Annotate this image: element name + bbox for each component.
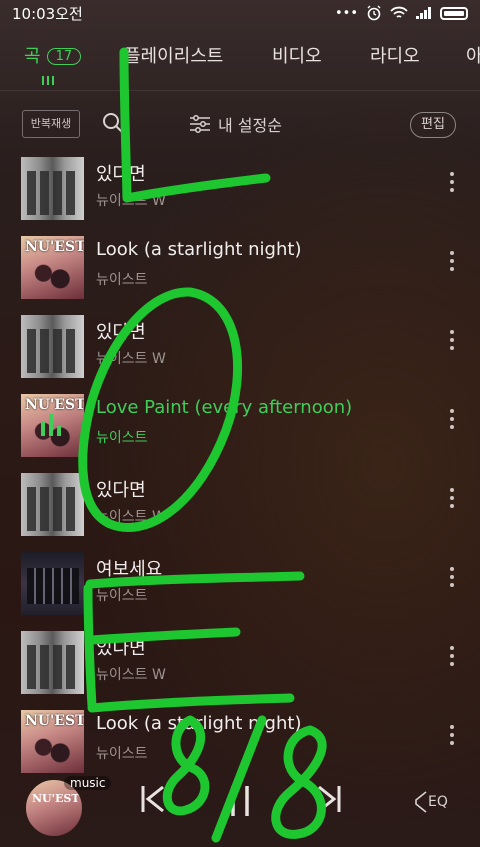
song-row[interactable]: 있다면 뉴이스트 W xyxy=(0,464,480,543)
song-count-badge: 17 xyxy=(46,48,82,65)
song-artist: 뉴이스트 xyxy=(96,588,148,604)
song-row[interactable]: 여보세요 뉴이스트 xyxy=(0,543,480,622)
more-options-icon[interactable] xyxy=(449,725,455,745)
sort-button[interactable]: 내 설정순 xyxy=(190,112,282,136)
song-list: 있다면 뉴이스트 W Look (a starlight night) 뉴이스트… xyxy=(0,148,480,780)
status-icons: ••• xyxy=(335,5,468,21)
previous-icon[interactable] xyxy=(140,784,166,814)
pause-icon[interactable] xyxy=(228,784,252,818)
status-bar: 10:03오전 ••• xyxy=(0,0,480,26)
more-options-icon[interactable] xyxy=(449,409,455,429)
search-icon[interactable] xyxy=(102,112,124,134)
song-title: 있다면 xyxy=(96,322,146,343)
eq-button[interactable]: EQ xyxy=(414,790,448,814)
album-art xyxy=(21,473,84,536)
status-time: 10:03오전 xyxy=(12,4,83,23)
album-art xyxy=(21,631,84,694)
song-artist: 뉴이스트 W xyxy=(96,509,166,525)
song-artist: 뉴이스트 W xyxy=(96,351,166,367)
song-row[interactable]: 있다면 뉴이스트 W xyxy=(0,622,480,701)
album-art xyxy=(21,552,84,615)
song-title: 있다면 xyxy=(96,164,146,185)
music-badge: music xyxy=(64,776,112,790)
mini-player: music EQ xyxy=(0,760,480,847)
list-toolbar: 반복재생 내 설정순 편집 xyxy=(0,100,480,146)
song-title: 있다면 xyxy=(96,638,146,659)
now-playing-equalizer-icon xyxy=(41,414,61,436)
sort-label: 내 설정순 xyxy=(218,116,282,135)
tab-radio[interactable]: 라디오 xyxy=(370,42,420,68)
song-row[interactable]: 있다면 뉴이스트 W xyxy=(0,306,480,385)
album-art xyxy=(21,157,84,220)
wifi-icon xyxy=(390,6,408,18)
playing-indicator-icon xyxy=(42,76,54,85)
alarm-icon xyxy=(367,5,381,21)
more-options-icon[interactable] xyxy=(449,567,455,587)
album-art xyxy=(21,236,84,299)
song-title: Look (a starlight night) xyxy=(96,239,302,260)
more-options-icon[interactable] xyxy=(449,251,455,271)
song-row[interactable]: 있다면 뉴이스트 W xyxy=(0,148,480,227)
eq-label: EQ xyxy=(428,794,448,810)
song-row[interactable]: Look (a starlight night) 뉴이스트 xyxy=(0,227,480,306)
song-artist: 뉴이스트 W xyxy=(96,193,166,209)
more-options-icon[interactable] xyxy=(449,646,455,666)
tab-playlists[interactable]: 플레이리스트 xyxy=(124,42,223,68)
tab-videos[interactable]: 비디오 xyxy=(272,42,322,68)
more-options-icon[interactable] xyxy=(449,172,455,192)
signal-icon xyxy=(416,7,431,19)
song-title: 여보세요 xyxy=(96,559,163,580)
next-icon[interactable] xyxy=(316,784,342,814)
song-title: Look (a starlight night) xyxy=(96,713,302,734)
song-title: Love Paint (every afternoon) xyxy=(96,397,353,418)
notification-dots-icon: ••• xyxy=(334,5,358,21)
album-art xyxy=(21,315,84,378)
song-row-now-playing[interactable]: Love Paint (every afternoon) 뉴이스트 xyxy=(0,385,480,464)
tab-songs-label: 곡 xyxy=(24,46,41,67)
tab-bar: 곡 17 플레이리스트 비디오 라디오 아 xyxy=(0,26,480,91)
song-title: 있다면 xyxy=(96,480,146,501)
tab-songs[interactable]: 곡 17 xyxy=(24,42,82,68)
edit-button[interactable]: 편집 xyxy=(410,112,456,138)
eq-speaker-icon xyxy=(415,791,427,813)
song-artist: 뉴이스트 xyxy=(96,430,148,446)
repeat-button[interactable]: 반복재생 xyxy=(22,110,80,138)
song-artist: 뉴이스트 xyxy=(96,272,148,288)
battery-icon xyxy=(440,6,468,20)
song-artist: 뉴이스트 W xyxy=(96,667,166,683)
tab-more[interactable]: 아 xyxy=(466,42,480,68)
more-options-icon[interactable] xyxy=(449,330,455,350)
more-options-icon[interactable] xyxy=(449,488,455,508)
album-art xyxy=(21,394,84,457)
sort-filter-icon xyxy=(190,115,210,133)
